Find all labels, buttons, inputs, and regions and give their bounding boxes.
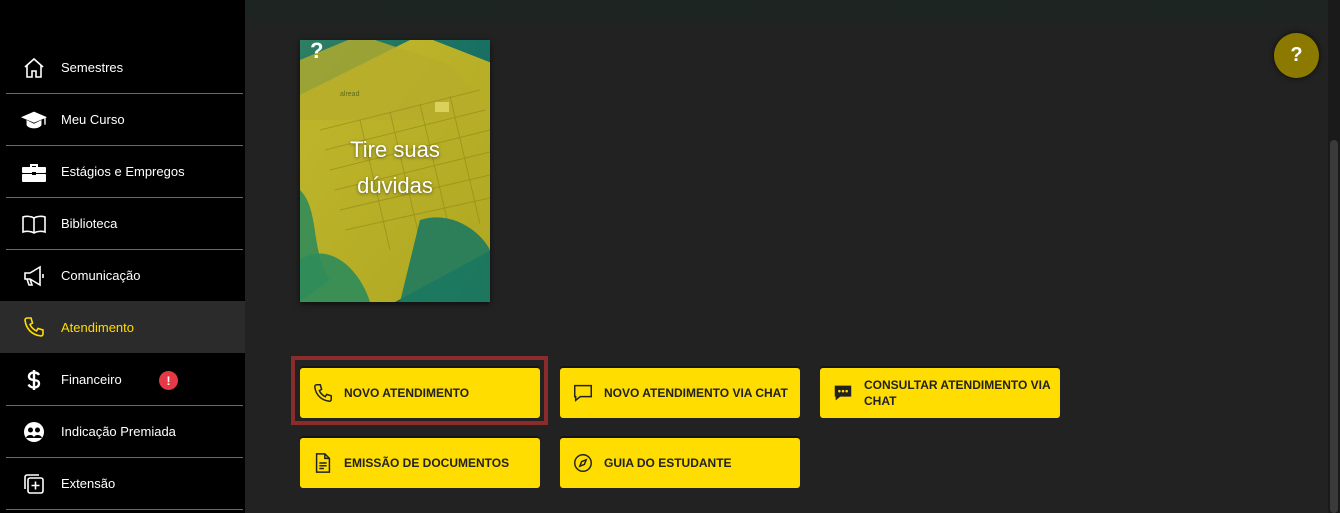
- document-icon: [312, 452, 334, 474]
- megaphone-icon: [20, 262, 48, 290]
- card-title: Tire suas dúvidas: [300, 132, 490, 204]
- svg-text:alread: alread: [340, 91, 360, 98]
- sidebar-item-indicacao[interactable]: Indicação Premiada: [6, 406, 243, 458]
- sidebar-item-biblioteca[interactable]: Biblioteca: [6, 198, 243, 250]
- sidebar-item-atendimento[interactable]: Atendimento: [0, 301, 245, 353]
- card-question-mark: ?: [310, 40, 324, 63]
- action-label: Consultar atendimento via chat: [864, 378, 1051, 408]
- sidebar: Semestres Meu Curso Estágios e Empregos …: [0, 0, 245, 513]
- phone-icon: [312, 382, 334, 404]
- sidebar-item-label: Meu Curso: [61, 112, 125, 127]
- dollar-icon: [20, 366, 48, 394]
- chat-bubble-icon: [572, 382, 594, 404]
- scrollbar[interactable]: [1328, 0, 1340, 513]
- novo-atendimento-chat-button[interactable]: Novo atendimento via chat: [560, 368, 800, 418]
- action-label: Guia do estudante: [604, 456, 732, 470]
- sidebar-item-comunicacao[interactable]: Comunicação: [6, 250, 243, 302]
- sidebar-item-label: Indicação Premiada: [61, 424, 176, 439]
- action-label: Emissão de documentos: [344, 456, 510, 470]
- home-icon: [20, 54, 48, 82]
- briefcase-icon: [20, 158, 48, 186]
- sidebar-item-label: Semestres: [61, 60, 124, 75]
- phone-icon: [20, 313, 48, 341]
- sidebar-item-estagios[interactable]: Estágios e Empregos: [6, 146, 243, 198]
- novo-atendimento-button[interactable]: Novo atendimento: [300, 368, 540, 418]
- sidebar-item-label: Biblioteca: [61, 216, 118, 231]
- card-title-line-2: dúvidas: [357, 173, 433, 198]
- users-icon: [20, 418, 48, 446]
- action-label: Novo atendimento: [344, 386, 470, 400]
- chat-dots-icon: [832, 382, 854, 404]
- sidebar-item-financeiro[interactable]: Financeiro !: [6, 354, 243, 406]
- add-square-icon: [20, 470, 48, 498]
- help-button[interactable]: ?: [1274, 33, 1319, 78]
- action-label: Novo atendimento via chat: [604, 386, 788, 400]
- sidebar-item-label: Extensão: [61, 476, 116, 491]
- sidebar-item-label: Comunicação: [61, 268, 141, 283]
- alert-badge: !: [159, 371, 178, 390]
- card-title-line-1: Tire suas: [350, 137, 440, 162]
- consultar-atendimento-chat-button[interactable]: Consultar atendimento via chat: [820, 368, 1060, 418]
- sidebar-item-label: Estágios e Empregos: [61, 164, 185, 179]
- sidebar-item-meu-curso[interactable]: Meu Curso: [6, 94, 243, 146]
- emissao-documentos-button[interactable]: Emissão de documentos: [300, 438, 540, 488]
- top-band: [245, 0, 1340, 40]
- graduation-cap-icon: [20, 106, 48, 134]
- book-icon: [20, 210, 48, 238]
- compass-icon: [572, 452, 594, 474]
- sidebar-item-semestres[interactable]: Semestres: [6, 42, 243, 94]
- scrollbar-thumb[interactable]: [1330, 140, 1338, 513]
- sidebar-item-label: Atendimento: [61, 319, 134, 335]
- sidebar-item-label: Financeiro: [61, 372, 122, 387]
- guia-estudante-button[interactable]: Guia do estudante: [560, 438, 800, 488]
- sidebar-item-extensao[interactable]: Extensão: [6, 458, 243, 510]
- help-card[interactable]: alread ? Tire suas dúvidas: [300, 40, 490, 302]
